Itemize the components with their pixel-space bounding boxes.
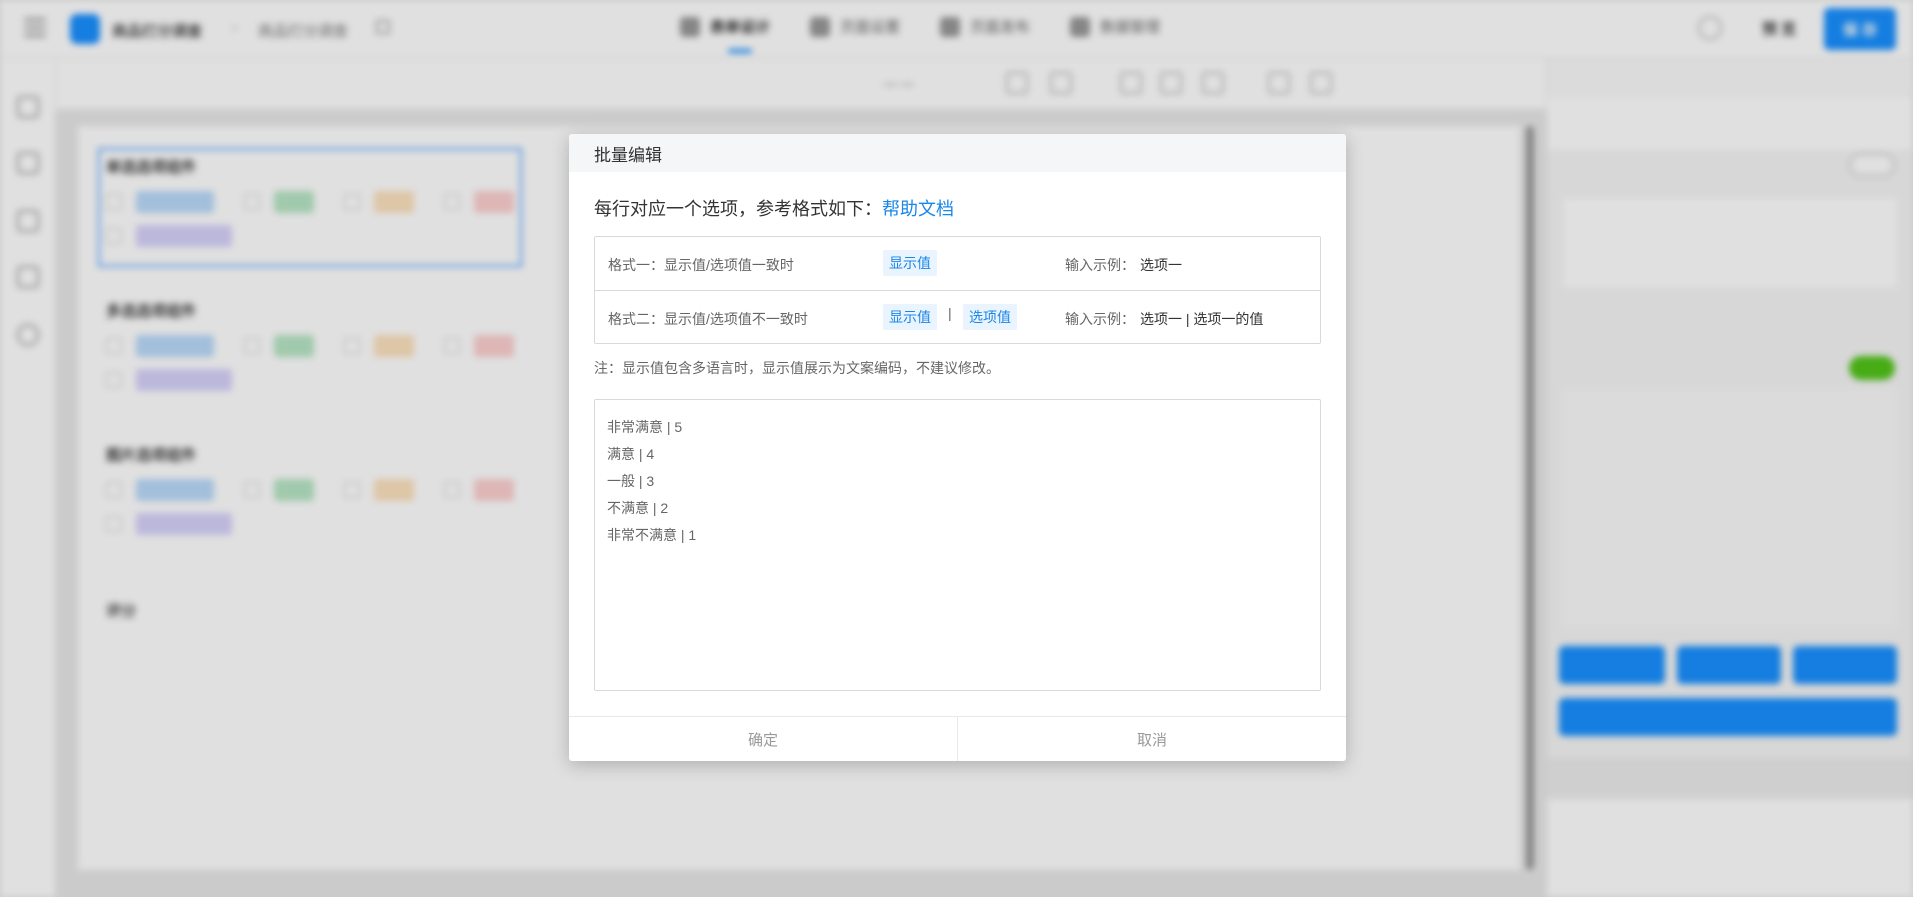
intro-line: 每行对应一个选项，参考格式如下：帮助文档 (594, 197, 1321, 221)
dialog-body: 每行对应一个选项，参考格式如下：帮助文档 格式一：显示值/选项值一致时 显示值 … (569, 197, 1346, 696)
example-label: 输入示例： (1065, 311, 1135, 327)
options-textarea[interactable] (594, 399, 1321, 691)
intro-text: 每行对应一个选项，参考格式如下： (594, 199, 882, 219)
confirm-button[interactable]: 确定 (569, 717, 957, 761)
example-label: 输入示例： (1065, 257, 1135, 273)
format-label: 格式二：显示值/选项值不一致时 (608, 311, 808, 327)
dialog-footer: 确定 取消 (569, 716, 1346, 761)
cancel-button[interactable]: 取消 (957, 717, 1346, 761)
format-row-1: 格式一：显示值/选项值一致时 显示值 输入示例： 选项一 (595, 237, 1320, 290)
format-label: 格式一：显示值/选项值一致时 (608, 257, 794, 273)
note-text: 注：显示值包含多语言时，显示值展示为文案编码，不建议修改。 (594, 360, 1000, 376)
format-row-2: 格式二：显示值/选项值不一致时 显示值 | 选项值 输入示例： 选项一 | 选项… (595, 290, 1320, 343)
separator: | (948, 305, 952, 321)
example-value: 选项一 | 选项一的值 (1140, 311, 1264, 327)
option-value-tag: 选项值 (963, 304, 1017, 330)
display-value-tag: 显示值 (883, 304, 937, 330)
dialog-title: 批量编辑 (594, 145, 662, 165)
help-doc-link[interactable]: 帮助文档 (882, 199, 954, 219)
display-value-tag: 显示值 (883, 250, 937, 276)
batch-edit-dialog: 批量编辑 每行对应一个选项，参考格式如下：帮助文档 格式一：显示值/选项值一致时… (569, 134, 1346, 761)
dialog-header: 批量编辑 (569, 134, 1346, 172)
format-table: 格式一：显示值/选项值一致时 显示值 输入示例： 选项一 格式二：显示值/选项值… (594, 236, 1321, 344)
example-value: 选项一 (1140, 257, 1182, 273)
